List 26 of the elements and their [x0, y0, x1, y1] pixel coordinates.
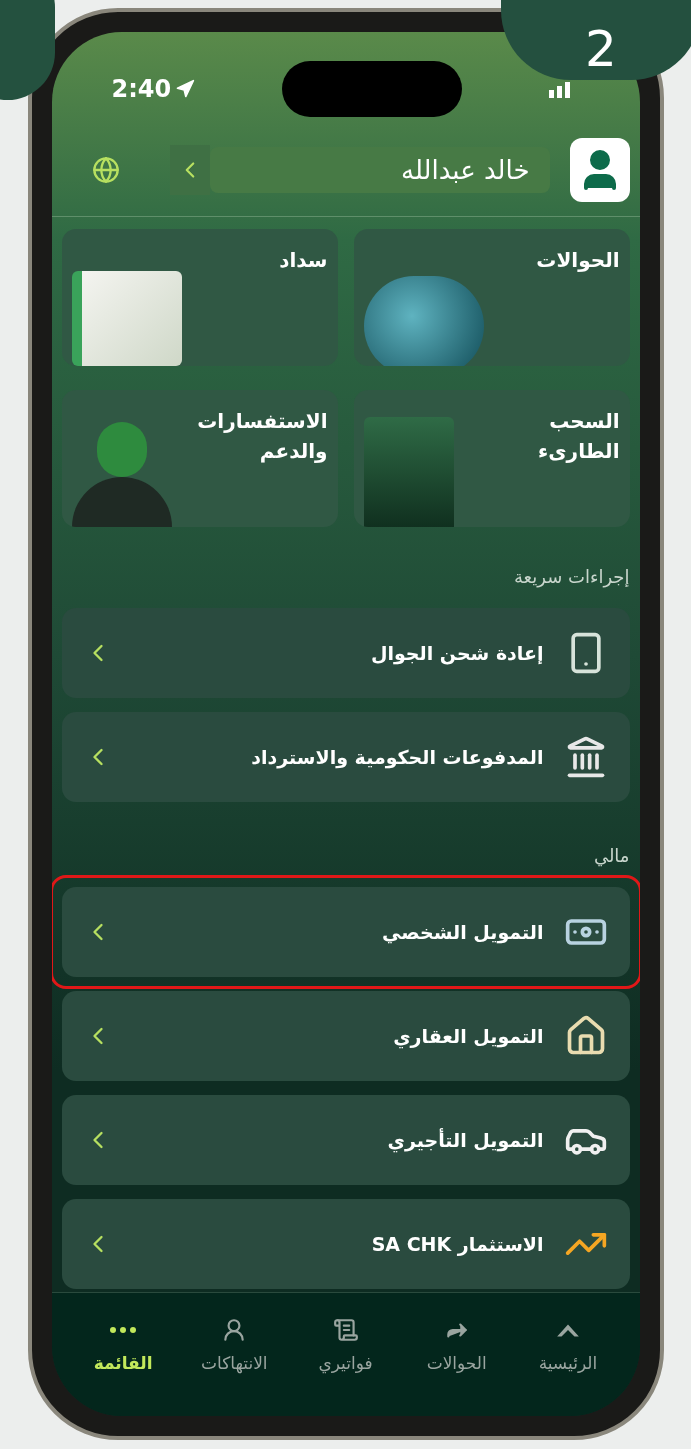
section-title: مالي — [592, 844, 630, 869]
user-name: خالد عبدالله — [209, 147, 550, 193]
menu-item[interactable]: الاستثمار SA CHK — [61, 1199, 630, 1289]
tab[interactable]: الحوالات — [401, 1317, 513, 1377]
service-tile[interactable]: سداد — [61, 229, 338, 366]
menu-item[interactable]: التمويل الشخصي — [61, 887, 630, 977]
menu-item[interactable]: التمويل التأجيري — [61, 1095, 630, 1185]
more-icon — [110, 1327, 137, 1333]
tab[interactable]: الرئيسية — [512, 1317, 624, 1377]
status-time: 2:40 — [111, 74, 172, 105]
tab[interactable]: فواتيري — [289, 1317, 402, 1377]
menu-item[interactable]: إعادة شحن الجوال — [61, 608, 630, 698]
globe-icon[interactable] — [91, 156, 120, 184]
service-tile[interactable]: الاستفسارات والدعم — [61, 390, 338, 527]
menu-item[interactable]: المدفوعات الحكومية والاسترداد — [61, 712, 630, 802]
service-tile[interactable]: الحوالات — [353, 229, 630, 366]
tab[interactable]: الانتهاكات — [178, 1317, 290, 1377]
tab[interactable]: القائمة — [67, 1317, 179, 1377]
location-arrow-icon — [175, 79, 196, 99]
service-tile[interactable]: السحب الطارىء — [353, 390, 630, 527]
avatar[interactable] — [569, 138, 630, 202]
section-title: إجراءات سريعة — [512, 565, 630, 590]
receipt-icon — [332, 1317, 359, 1343]
step-badge: 2 — [501, 0, 691, 80]
menu-item[interactable]: التمويل العقاري — [61, 991, 630, 1081]
back-button[interactable] — [169, 145, 210, 195]
